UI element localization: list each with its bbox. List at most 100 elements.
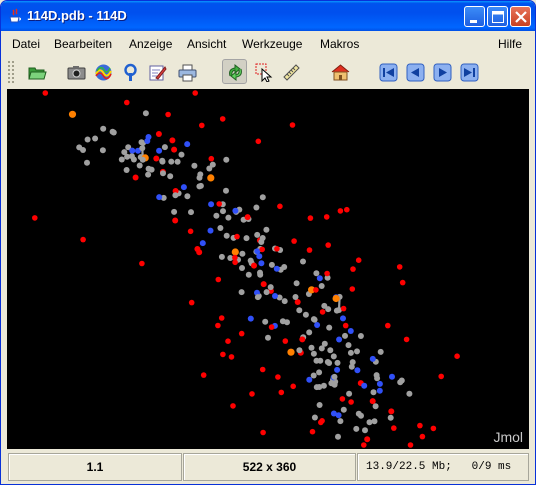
atom[interactable]	[230, 403, 236, 409]
atom[interactable]	[99, 147, 106, 154]
atom[interactable]	[399, 279, 406, 286]
atom[interactable]	[260, 429, 266, 436]
atom[interactable]	[333, 307, 340, 314]
atom[interactable]	[300, 258, 306, 265]
atom[interactable]	[217, 225, 224, 231]
atom[interactable]	[310, 372, 317, 379]
close-button[interactable]	[510, 6, 531, 27]
atom[interactable]	[316, 275, 323, 282]
atom[interactable]	[42, 90, 49, 96]
maximize-button[interactable]	[487, 6, 508, 27]
atom[interactable]	[334, 366, 341, 373]
atom[interactable]	[355, 257, 362, 263]
rotate-mode-button[interactable]	[222, 59, 247, 84]
home-button[interactable]	[327, 59, 352, 84]
atom[interactable]	[311, 414, 318, 421]
atom[interactable]	[259, 194, 266, 201]
atom[interactable]	[296, 347, 303, 354]
atom[interactable]	[145, 171, 152, 178]
menu-bearbeiten[interactable]: Bearbeiten	[54, 37, 112, 51]
atom[interactable]	[354, 348, 360, 355]
atom[interactable]	[68, 110, 77, 118]
atom[interactable]	[168, 158, 175, 165]
atom[interactable]	[220, 208, 226, 215]
atom[interactable]	[355, 410, 362, 417]
atom[interactable]	[278, 389, 285, 396]
export-image-button[interactable]	[63, 59, 88, 84]
atom[interactable]	[406, 390, 413, 397]
atom[interactable]	[172, 192, 179, 199]
atom[interactable]	[155, 131, 162, 137]
atom[interactable]	[313, 270, 320, 277]
atom[interactable]	[339, 396, 346, 402]
atom[interactable]	[118, 156, 125, 163]
atom[interactable]	[268, 261, 275, 268]
atom[interactable]	[335, 433, 341, 440]
atom[interactable]	[109, 128, 116, 135]
atom[interactable]	[316, 402, 323, 408]
atom[interactable]	[309, 428, 316, 435]
atom[interactable]	[174, 158, 181, 165]
print-button[interactable]	[174, 59, 199, 84]
atom[interactable]	[260, 281, 267, 288]
atom[interactable]	[239, 250, 246, 257]
atom[interactable]	[225, 338, 231, 344]
atom[interactable]	[306, 376, 313, 383]
atom[interactable]	[165, 111, 171, 118]
atom[interactable]	[275, 374, 281, 380]
atom[interactable]	[317, 357, 324, 364]
atom[interactable]	[321, 340, 328, 347]
atom[interactable]	[397, 379, 404, 386]
atom[interactable]	[231, 248, 239, 256]
atom[interactable]	[364, 436, 371, 443]
atom[interactable]	[311, 316, 318, 323]
atom[interactable]	[296, 307, 303, 314]
atom[interactable]	[156, 147, 163, 154]
atom[interactable]	[335, 412, 342, 419]
atom[interactable]	[347, 328, 354, 334]
atom[interactable]	[344, 206, 350, 213]
atom[interactable]	[387, 414, 394, 421]
atom[interactable]	[340, 406, 347, 413]
atom[interactable]	[238, 289, 245, 296]
atom[interactable]	[430, 425, 437, 432]
atom[interactable]	[171, 208, 178, 215]
atom[interactable]	[374, 375, 381, 382]
atom[interactable]	[319, 309, 326, 315]
atom[interactable]	[302, 311, 309, 318]
atom[interactable]	[310, 350, 317, 357]
atom[interactable]	[184, 193, 191, 200]
atom[interactable]	[100, 125, 107, 132]
atom[interactable]	[234, 233, 240, 240]
atom[interactable]	[144, 138, 151, 144]
atom[interactable]	[324, 359, 331, 365]
atom[interactable]	[354, 367, 361, 374]
atom[interactable]	[129, 147, 136, 154]
atom[interactable]	[247, 257, 254, 264]
atom[interactable]	[332, 294, 340, 303]
atom[interactable]	[184, 141, 191, 148]
atom[interactable]	[289, 122, 296, 128]
atom[interactable]	[265, 334, 271, 341]
atom[interactable]	[160, 170, 166, 177]
atom[interactable]	[307, 215, 314, 221]
atom[interactable]	[92, 135, 99, 142]
title-bar[interactable]: 114D.pdb - 114D	[1, 1, 535, 31]
atom[interactable]	[316, 384, 323, 390]
atom[interactable]	[331, 373, 338, 380]
atom[interactable]	[249, 391, 255, 397]
atom[interactable]	[259, 366, 266, 373]
atom[interactable]	[207, 227, 214, 234]
atom[interactable]	[243, 235, 250, 242]
atom[interactable]	[263, 289, 270, 296]
atom[interactable]	[369, 355, 376, 362]
atom[interactable]	[247, 315, 254, 322]
atom[interactable]	[215, 276, 222, 283]
atom[interactable]	[139, 145, 146, 152]
atom[interactable]	[200, 372, 207, 378]
atom[interactable]	[216, 201, 222, 207]
atom[interactable]	[336, 336, 343, 343]
atom[interactable]	[268, 324, 275, 330]
atom[interactable]	[267, 284, 274, 291]
last-frame-button[interactable]	[456, 59, 481, 84]
